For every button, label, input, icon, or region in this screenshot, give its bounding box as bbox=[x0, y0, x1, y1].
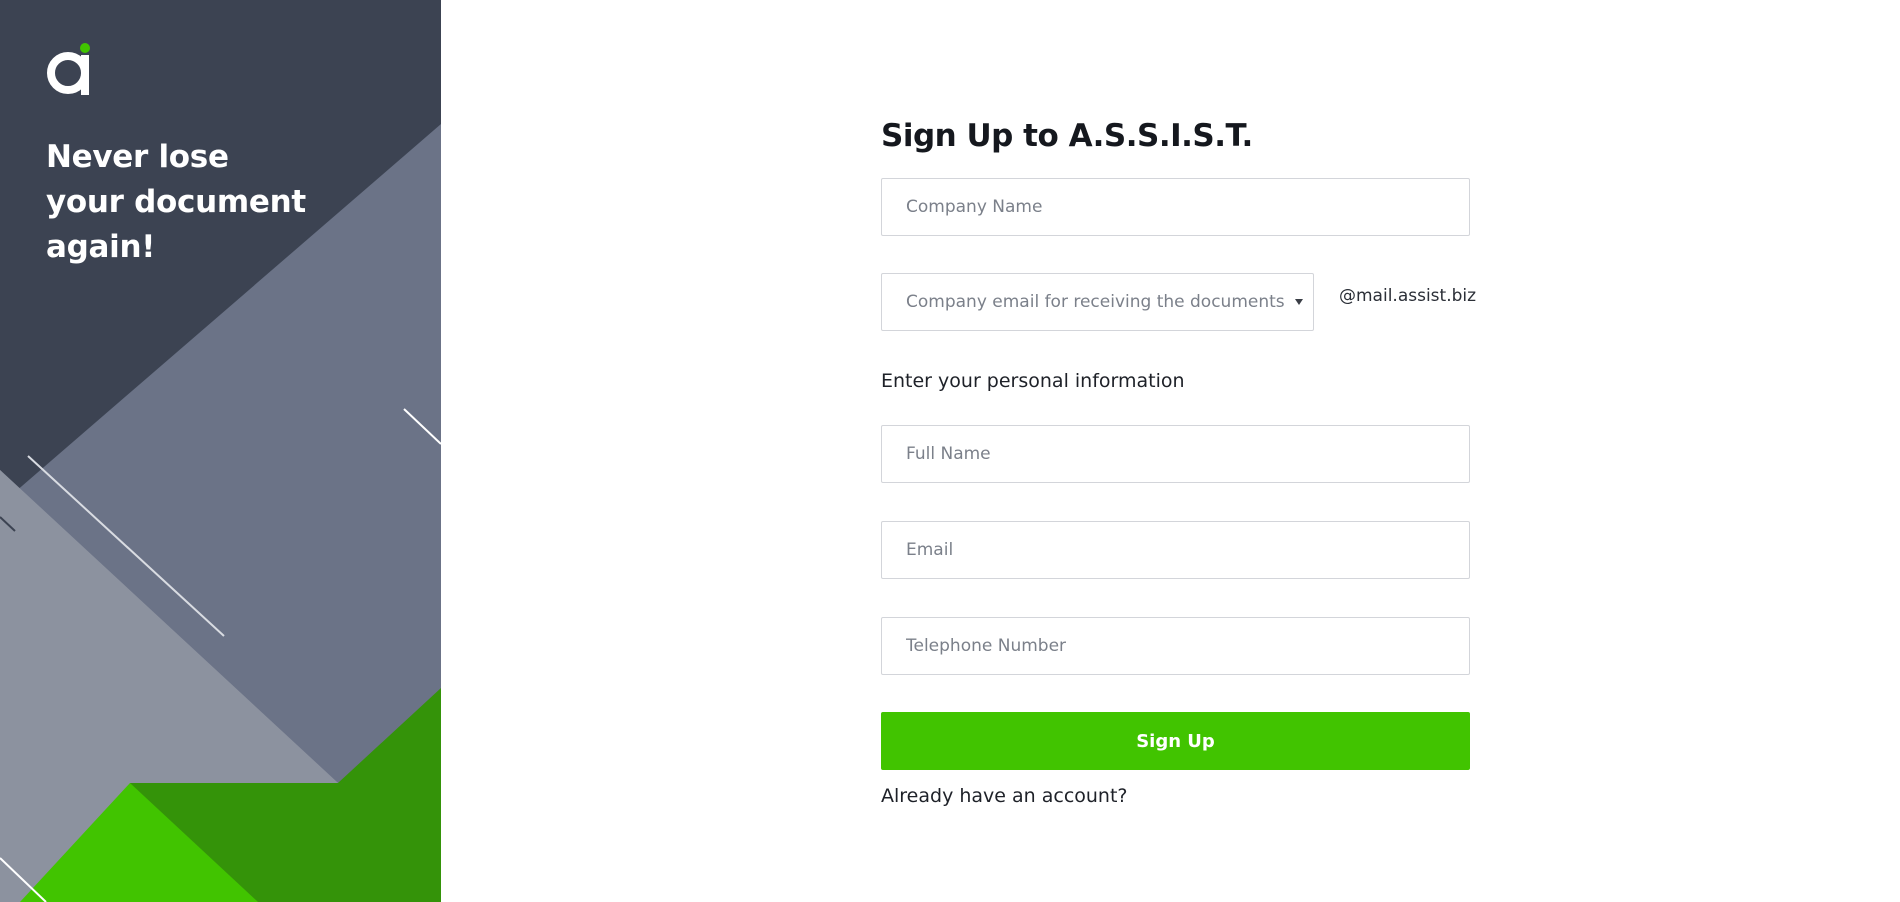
company-email-select[interactable]: Company email for receiving the document… bbox=[881, 273, 1314, 331]
assist-logo-icon bbox=[47, 43, 90, 95]
company-name-input[interactable] bbox=[881, 178, 1470, 236]
hero-tagline-line: your document bbox=[46, 184, 306, 220]
sign-up-button[interactable]: Sign Up bbox=[881, 712, 1470, 770]
signup-page: Never lose your document again! Sign Up … bbox=[0, 0, 1900, 902]
telephone-input[interactable] bbox=[881, 617, 1470, 675]
email-input[interactable] bbox=[881, 521, 1470, 579]
hero-tagline: Never lose your document again! bbox=[46, 135, 386, 270]
hero-panel: Never lose your document again! bbox=[0, 0, 441, 902]
hero-tagline-line: Never lose bbox=[46, 139, 229, 175]
hero-tagline-line: again! bbox=[46, 229, 156, 265]
page-title: Sign Up to A.S.S.I.S.T. bbox=[881, 117, 1253, 154]
login-link[interactable]: Already have an account? bbox=[881, 785, 1128, 807]
company-email-select-placeholder: Company email for receiving the document… bbox=[906, 292, 1285, 312]
personal-info-label: Enter your personal information bbox=[881, 370, 1185, 392]
caret-down-icon bbox=[1294, 299, 1303, 305]
email-domain-suffix: @mail.assist.biz bbox=[1339, 286, 1477, 306]
signup-form: Sign Up to A.S.S.I.S.T. Company email fo… bbox=[881, 0, 1477, 902]
full-name-input[interactable] bbox=[881, 425, 1470, 483]
